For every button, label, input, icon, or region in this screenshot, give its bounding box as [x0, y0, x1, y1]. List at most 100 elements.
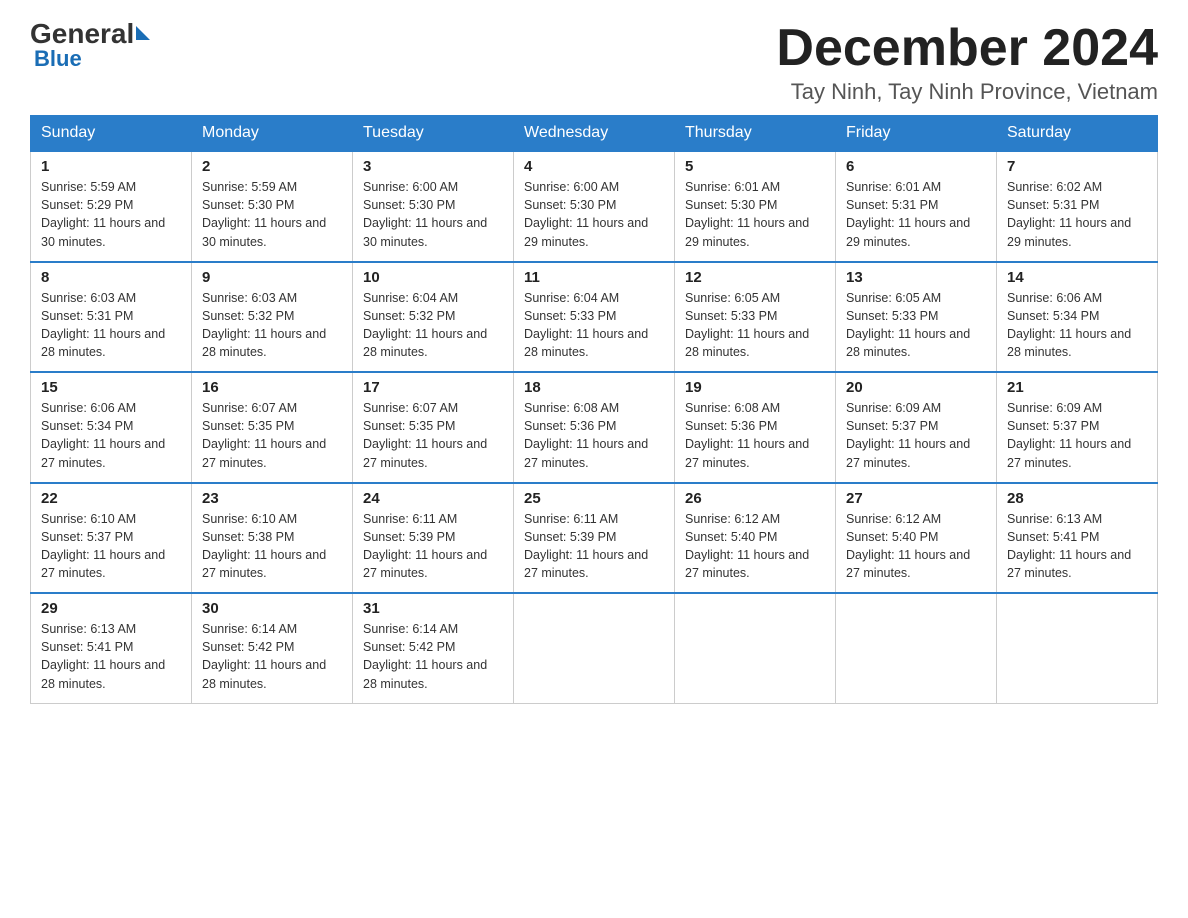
calendar-cell: 13 Sunrise: 6:05 AMSunset: 5:33 PMDayligh… — [836, 262, 997, 373]
calendar-cell: 7 Sunrise: 6:02 AMSunset: 5:31 PMDaylight… — [997, 151, 1158, 262]
day-number: 6 — [846, 158, 986, 175]
calendar-cell: 31Sunrise: 6:14 AMSunset: 5:42 PMDayligh… — [353, 593, 514, 703]
day-info: Sunrise: 6:12 AMSunset: 5:40 PMDaylight:… — [685, 510, 825, 583]
calendar-cell: 23 Sunrise: 6:10 AMSunset: 5:38 PMDayligh… — [192, 483, 353, 594]
day-number: 23 — [202, 490, 342, 507]
day-info: Sunrise: 6:13 AMSunset: 5:41 PMDaylight:… — [1007, 510, 1147, 583]
calendar-week-5: 29Sunrise: 6:13 AMSunset: 5:41 PMDayligh… — [31, 593, 1158, 703]
day-number: 26 — [685, 490, 825, 507]
calendar-table: SundayMondayTuesdayWednesdayThursdayFrid… — [30, 115, 1158, 704]
calendar-cell: 21Sunrise: 6:09 AMSunset: 5:37 PMDayligh… — [997, 372, 1158, 483]
calendar-header-wednesday: Wednesday — [514, 116, 675, 152]
day-info: Sunrise: 6:04 AMSunset: 5:32 PMDaylight:… — [363, 289, 503, 362]
calendar-header-monday: Monday — [192, 116, 353, 152]
day-number: 31 — [363, 600, 503, 617]
day-info: Sunrise: 6:03 AMSunset: 5:32 PMDaylight:… — [202, 289, 342, 362]
calendar-week-1: 1Sunrise: 5:59 AMSunset: 5:29 PMDaylight… — [31, 151, 1158, 262]
day-info: Sunrise: 6:10 AMSunset: 5:38 PMDaylight:… — [202, 510, 342, 583]
calendar-cell: 26 Sunrise: 6:12 AMSunset: 5:40 PMDayligh… — [675, 483, 836, 594]
calendar-cell: 16 Sunrise: 6:07 AMSunset: 5:35 PMDayligh… — [192, 372, 353, 483]
calendar-cell — [514, 593, 675, 703]
day-info: Sunrise: 6:06 AMSunset: 5:34 PMDaylight:… — [1007, 289, 1147, 362]
day-number: 21 — [1007, 379, 1147, 396]
day-info: Sunrise: 6:01 AMSunset: 5:30 PMDaylight:… — [685, 178, 825, 251]
day-info: Sunrise: 6:14 AMSunset: 5:42 PMDaylight:… — [202, 620, 342, 693]
day-info: Sunrise: 6:03 AMSunset: 5:31 PMDaylight:… — [41, 289, 181, 362]
day-number: 16 — [202, 379, 342, 396]
calendar-cell: 28 Sunrise: 6:13 AMSunset: 5:41 PMDayligh… — [997, 483, 1158, 594]
day-number: 14 — [1007, 269, 1147, 286]
calendar-cell: 11 Sunrise: 6:04 AMSunset: 5:33 PMDayligh… — [514, 262, 675, 373]
logo-triangle-icon — [136, 26, 150, 40]
calendar-header-friday: Friday — [836, 116, 997, 152]
calendar-header-sunday: Sunday — [31, 116, 192, 152]
calendar-cell: 27 Sunrise: 6:12 AMSunset: 5:40 PMDayligh… — [836, 483, 997, 594]
day-info: Sunrise: 6:12 AMSunset: 5:40 PMDaylight:… — [846, 510, 986, 583]
day-number: 8 — [41, 269, 181, 286]
day-info: Sunrise: 6:02 AMSunset: 5:31 PMDaylight:… — [1007, 178, 1147, 251]
calendar-cell: 8 Sunrise: 6:03 AMSunset: 5:31 PMDaylight… — [31, 262, 192, 373]
calendar-cell: 6 Sunrise: 6:01 AMSunset: 5:31 PMDaylight… — [836, 151, 997, 262]
day-info: Sunrise: 6:09 AMSunset: 5:37 PMDaylight:… — [846, 399, 986, 472]
calendar-cell: 25Sunrise: 6:11 AMSunset: 5:39 PMDayligh… — [514, 483, 675, 594]
day-number: 29 — [41, 600, 181, 617]
calendar-cell — [997, 593, 1158, 703]
day-number: 9 — [202, 269, 342, 286]
day-info: Sunrise: 6:08 AMSunset: 5:36 PMDaylight:… — [685, 399, 825, 472]
calendar-cell: 5 Sunrise: 6:01 AMSunset: 5:30 PMDaylight… — [675, 151, 836, 262]
day-number: 7 — [1007, 158, 1147, 175]
day-info: Sunrise: 6:06 AMSunset: 5:34 PMDaylight:… — [41, 399, 181, 472]
calendar-cell: 30 Sunrise: 6:14 AMSunset: 5:42 PMDayligh… — [192, 593, 353, 703]
day-info: Sunrise: 6:05 AMSunset: 5:33 PMDaylight:… — [685, 289, 825, 362]
day-info: Sunrise: 6:08 AMSunset: 5:36 PMDaylight:… — [524, 399, 664, 472]
calendar-cell: 17 Sunrise: 6:07 AMSunset: 5:35 PMDayligh… — [353, 372, 514, 483]
calendar-cell: 12 Sunrise: 6:05 AMSunset: 5:33 PMDayligh… — [675, 262, 836, 373]
location: Tay Ninh, Tay Ninh Province, Vietnam — [776, 79, 1158, 105]
day-number: 4 — [524, 158, 664, 175]
day-info: Sunrise: 5:59 AMSunset: 5:29 PMDaylight:… — [41, 178, 181, 251]
day-info: Sunrise: 6:05 AMSunset: 5:33 PMDaylight:… — [846, 289, 986, 362]
calendar-cell: 14 Sunrise: 6:06 AMSunset: 5:34 PMDayligh… — [997, 262, 1158, 373]
day-info: Sunrise: 6:10 AMSunset: 5:37 PMDaylight:… — [41, 510, 181, 583]
day-number: 12 — [685, 269, 825, 286]
day-info: Sunrise: 6:01 AMSunset: 5:31 PMDaylight:… — [846, 178, 986, 251]
month-title: December 2024 — [776, 20, 1158, 77]
calendar-cell — [836, 593, 997, 703]
logo-general: General — [30, 20, 134, 48]
calendar-week-3: 15Sunrise: 6:06 AMSunset: 5:34 PMDayligh… — [31, 372, 1158, 483]
day-number: 13 — [846, 269, 986, 286]
calendar-header-tuesday: Tuesday — [353, 116, 514, 152]
calendar-week-2: 8 Sunrise: 6:03 AMSunset: 5:31 PMDaylight… — [31, 262, 1158, 373]
day-info: Sunrise: 6:11 AMSunset: 5:39 PMDaylight:… — [524, 510, 664, 583]
day-number: 17 — [363, 379, 503, 396]
day-number: 11 — [524, 269, 664, 286]
day-number: 20 — [846, 379, 986, 396]
calendar-cell: 22Sunrise: 6:10 AMSunset: 5:37 PMDayligh… — [31, 483, 192, 594]
day-number: 30 — [202, 600, 342, 617]
calendar-cell: 18Sunrise: 6:08 AMSunset: 5:36 PMDayligh… — [514, 372, 675, 483]
day-info: Sunrise: 6:11 AMSunset: 5:39 PMDaylight:… — [363, 510, 503, 583]
day-info: Sunrise: 6:04 AMSunset: 5:33 PMDaylight:… — [524, 289, 664, 362]
logo-blue: Blue — [34, 46, 82, 72]
calendar-cell — [675, 593, 836, 703]
day-number: 5 — [685, 158, 825, 175]
day-info: Sunrise: 6:00 AMSunset: 5:30 PMDaylight:… — [524, 178, 664, 251]
day-number: 24 — [363, 490, 503, 507]
day-number: 28 — [1007, 490, 1147, 507]
title-section: December 2024 Tay Ninh, Tay Ninh Provinc… — [776, 20, 1158, 105]
day-info: Sunrise: 6:07 AMSunset: 5:35 PMDaylight:… — [202, 399, 342, 472]
calendar-cell: 9 Sunrise: 6:03 AMSunset: 5:32 PMDaylight… — [192, 262, 353, 373]
calendar-cell: 10 Sunrise: 6:04 AMSunset: 5:32 PMDayligh… — [353, 262, 514, 373]
calendar-cell: 19Sunrise: 6:08 AMSunset: 5:36 PMDayligh… — [675, 372, 836, 483]
day-number: 2 — [202, 158, 342, 175]
calendar-header-saturday: Saturday — [997, 116, 1158, 152]
calendar-cell: 24 Sunrise: 6:11 AMSunset: 5:39 PMDayligh… — [353, 483, 514, 594]
day-number: 10 — [363, 269, 503, 286]
logo: General Blue — [30, 20, 150, 72]
day-number: 27 — [846, 490, 986, 507]
day-number: 3 — [363, 158, 503, 175]
calendar-cell: 15Sunrise: 6:06 AMSunset: 5:34 PMDayligh… — [31, 372, 192, 483]
calendar-header-thursday: Thursday — [675, 116, 836, 152]
day-info: Sunrise: 5:59 AMSunset: 5:30 PMDaylight:… — [202, 178, 342, 251]
day-info: Sunrise: 6:07 AMSunset: 5:35 PMDaylight:… — [363, 399, 503, 472]
